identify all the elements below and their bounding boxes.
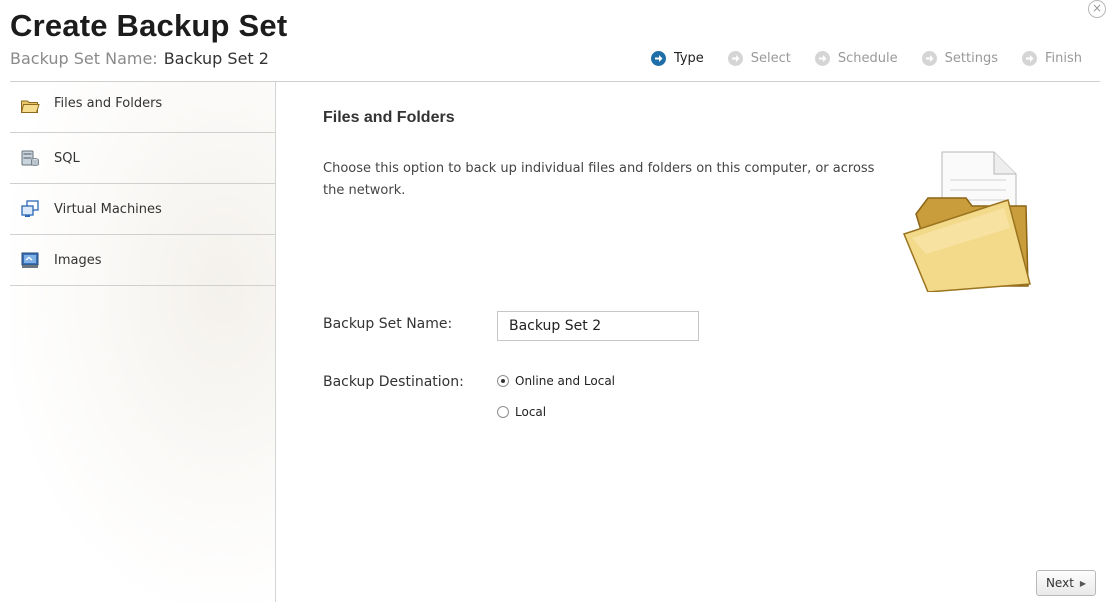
step-schedule: Schedule <box>814 51 898 66</box>
step-arrow-icon <box>650 51 666 66</box>
wizard-steps: Type Select Schedule Settings Finish <box>650 51 1082 66</box>
sidebar-item-label: Virtual Machines <box>54 201 162 217</box>
image-backup-icon <box>21 252 39 268</box>
step-label: Select <box>750 51 791 66</box>
step-label: Finish <box>1044 51 1082 66</box>
backup-set-name-label: Backup Set Name: <box>323 316 453 332</box>
radio-button[interactable] <box>497 406 509 418</box>
step-arrow-icon <box>814 51 830 66</box>
next-label: Next <box>1045 576 1074 590</box>
subtitle-value: Backup Set 2 <box>163 49 269 68</box>
sidebar-item-sql[interactable]: SQL <box>10 133 275 184</box>
sidebar-item-label: Images <box>54 252 102 268</box>
radio-local[interactable]: Local <box>497 405 546 419</box>
radio-label: Local <box>515 405 547 419</box>
backup-type-sidebar: Files and Folders SQL Virtual Machines I… <box>10 82 276 602</box>
sidebar-item-label: SQL <box>54 150 80 166</box>
step-label: Schedule <box>837 51 898 66</box>
radio-button-selected[interactable] <box>497 375 509 387</box>
folder-icon <box>20 100 40 113</box>
radio-online-and-local[interactable]: Online and Local <box>497 374 615 388</box>
virtual-machines-icon <box>21 200 39 217</box>
sidebar-item-label: Files and Folders <box>54 96 163 111</box>
step-type: Type <box>650 51 704 66</box>
subtitle-label: Backup Set Name: <box>10 49 158 68</box>
section-heading: Files and Folders <box>323 109 455 126</box>
sidebar-item-images[interactable]: Images <box>10 235 275 286</box>
database-icon <box>21 150 39 166</box>
backup-destination-label: Backup Destination: <box>323 374 464 390</box>
step-arrow-icon <box>727 51 743 66</box>
step-label: Settings <box>944 51 998 66</box>
dialog-title: Create Backup Set <box>10 8 288 43</box>
next-button[interactable]: Next ▶ <box>1036 570 1096 596</box>
step-finish: Finish <box>1021 51 1082 66</box>
radio-label: Online and Local <box>515 374 616 388</box>
backup-set-name-input[interactable]: Backup Set 2 <box>497 311 699 341</box>
next-arrow-icon: ▶ <box>1079 578 1087 588</box>
sidebar-item-virtual-machines[interactable]: Virtual Machines <box>10 184 275 235</box>
section-description: Choose this option to back up individual… <box>323 161 875 198</box>
files-and-folders-illustration <box>902 151 1031 292</box>
step-arrow-icon <box>1021 51 1037 66</box>
close-button[interactable]: × <box>1088 0 1106 18</box>
step-select: Select <box>727 51 791 66</box>
backup-set-subtitle: Backup Set Name: Backup Set 2 <box>10 49 269 68</box>
step-settings: Settings <box>921 51 998 66</box>
step-label: Type <box>673 51 704 66</box>
sidebar-item-files-and-folders[interactable]: Files and Folders <box>10 82 275 133</box>
step-arrow-icon <box>921 51 937 66</box>
